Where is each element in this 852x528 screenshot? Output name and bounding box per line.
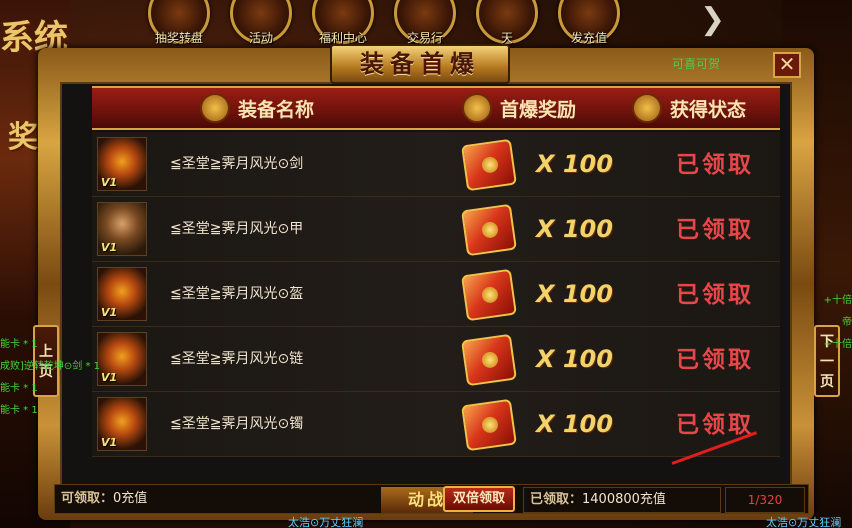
left-chat-log: 能卡 * 1 成败]逆转乾坤⊙剑 * 1 能卡 * 1 能卡 * 1 [0,334,100,422]
helmet-item-icon[interactable]: V1 [97,267,147,321]
menu-label: 抽奖转盘 [154,31,203,45]
red-envelope-icon [461,138,517,192]
menu-gift[interactable]: 天 [468,0,546,50]
available-label: 可领取： [61,491,114,506]
equipment-name: ≦圣堂≧霁月风光⊙镯 [170,416,304,432]
table-row: V1 ≦圣堂≧霁月风光⊙甲 X 100 已领取 [92,197,780,262]
table-header: 装备名称 首爆奖励 获得状态 [92,86,780,130]
reward-quantity: X 100 [536,215,613,243]
chat-line: +十倍 [823,295,852,306]
vip-badge: V1 [101,176,118,189]
close-button[interactable]: ✕ [773,52,801,78]
bottom-chat-line: 太浩⊙万丈狂澜 [766,516,842,528]
vip-badge: V1 [101,241,118,254]
reward-quantity: X 100 [536,280,613,308]
congrats-hint: 可喜可贺 [672,57,721,71]
menu-activity[interactable]: 活动 [222,0,300,50]
reward-quantity: X 100 [536,410,613,438]
red-envelope-icon [461,398,517,452]
menu-welfare-center[interactable]: 福利中心 [304,0,382,50]
header-first-drop-reward: 首爆奖励 [462,88,576,128]
menu-label: 发充值 [570,31,607,45]
shield-medal-icon [632,93,662,123]
chat-line: 能卡 * 1 [0,383,38,394]
claimed-label: 已领取： [530,492,583,507]
bottom-status-bar: 可领取：0充值 动战 双倍领取 已领取：1400800充值 1/320 [54,484,809,514]
claim-status: 已领取 [676,346,754,373]
vip-badge: V1 [101,436,118,449]
claim-status: 已领取 [676,281,754,308]
menu-label: 活动 [248,31,273,45]
armor-item-icon[interactable]: V1 [97,202,147,256]
chat-line: 成败]逆转乾坤⊙剑 * 1 [0,361,100,372]
claimed-total: 已领取：1400800充值 [523,487,721,513]
dialog-title-plate: 装备首爆 [330,44,510,84]
table-row: V1 ≦圣堂≧霁月风光⊙链 X 100 已领取 [92,327,780,392]
sword-item-icon[interactable]: V1 [97,137,147,191]
trophy-medal-icon [462,93,492,123]
red-envelope-icon [461,203,517,257]
header-label: 装备名称 [238,98,315,121]
vip-badge: V1 [101,306,118,319]
table-row: V1 ≦圣堂≧霁月风光⊙剑 X 100 已领取 [92,132,780,197]
available-claim: 可领取：0充值 [61,485,147,513]
envelope-seal-icon [480,220,500,239]
red-envelope-icon [461,268,517,322]
envelope-seal-icon [480,155,500,174]
envelope-seal-icon [480,415,500,434]
bracelet-item-icon[interactable]: V1 [97,397,147,451]
header-label: 获得状态 [670,98,747,121]
equipment-list: V1 ≦圣堂≧霁月风光⊙剑 X 100 已领取 V1 ≦圣堂≧霁月风光⊙甲 X … [92,132,780,457]
chat-line: 帝 [842,317,852,328]
necklace-item-icon[interactable]: V1 [97,332,147,386]
equipment-name: ≦圣堂≧霁月风光⊙甲 [170,221,304,237]
menu-expand-arrow-icon[interactable]: ❯ [700,2,725,37]
claim-status: 已领取 [676,216,754,243]
table-row: V1 ≦圣堂≧霁月风光⊙盔 X 100 已领取 [92,262,780,327]
envelope-seal-icon [480,350,500,369]
menu-recharge[interactable]: 发充值 [550,0,628,50]
red-envelope-icon [461,333,517,387]
menu-lottery-wheel[interactable]: 抽奖转盘 [140,0,218,50]
chat-line: 能卡 * 1 [0,405,38,416]
header-equipment-name: 装备名称 [200,88,314,128]
table-row: V1 ≦圣堂≧霁月风光⊙镯 X 100 已领取 [92,392,780,457]
claimed-value: 1400800充值 [582,492,666,507]
reward-quantity: X 100 [536,345,613,373]
top-menu: 抽奖转盘 活动 福利中心 交易行 天 发充值 [140,0,740,50]
right-chat-log: +十倍 帝 +十倍 [824,290,852,356]
available-value: 0充值 [113,491,148,506]
dialog-title: 装备首爆 [360,49,480,78]
reward-quantity: X 100 [536,150,613,178]
page-indicator: 1/320 [725,487,805,513]
double-claim-button[interactable]: 双倍领取 [443,486,515,512]
chat-line: 能卡 * 1 [0,339,38,350]
chat-line: +十倍 [823,339,852,350]
header-status: 获得状态 [632,88,746,128]
menu-trading[interactable]: 交易行 [386,0,464,50]
header-label: 首爆奖励 [500,98,577,121]
claim-status: 已领取 [676,151,754,178]
equipment-name: ≦圣堂≧霁月风光⊙盔 [170,286,304,302]
envelope-seal-icon [480,285,500,304]
vip-badge: V1 [101,371,118,384]
background-logo-text-2: 奖 [8,120,38,155]
crown-medal-icon [200,93,230,123]
bottom-chat-line: 太浩⊙万丈狂澜 [288,516,364,528]
equipment-name: ≦圣堂≧霁月风光⊙剑 [170,156,304,172]
equipment-name: ≦圣堂≧霁月风光⊙链 [170,351,304,367]
next-page-char: 页 [820,374,834,390]
